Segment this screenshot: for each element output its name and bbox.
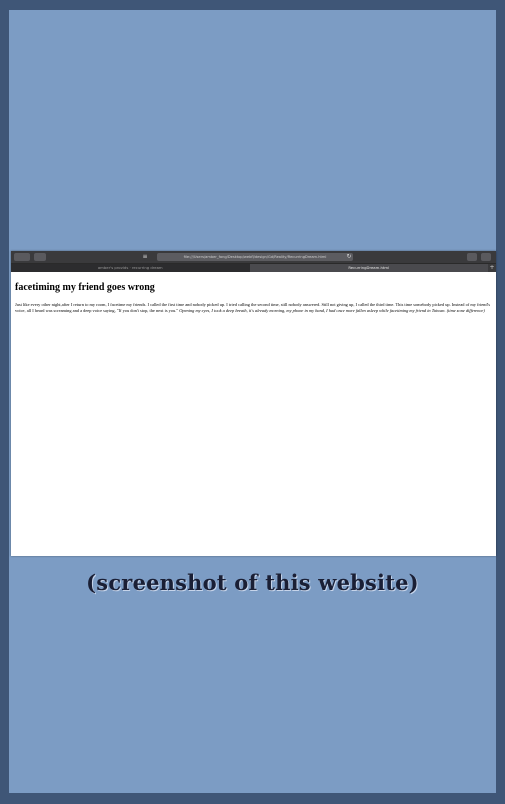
reader-icon[interactable]: ≡	[141, 253, 149, 261]
new-tab-icon[interactable]: +	[488, 264, 496, 272]
story-italic-text: Opening my eyes, I took a deep breath, i…	[179, 307, 485, 313]
browser-toolbar: ≡ file:///Users/amber_fang/Desktop/webfl…	[11, 251, 496, 264]
tab-amber-provids[interactable]: amber's provids · recurring dream	[11, 264, 250, 272]
address-bar[interactable]: file:///Users/amber_fang/Desktop/webfl/d…	[157, 253, 353, 261]
slide-frame: ≡ file:///Users/amber_fang/Desktop/webfl…	[9, 10, 496, 793]
tab-bar: amber's provids · recurring dream Recurr…	[11, 264, 496, 272]
page-content: facetiming my friend goes wrong Just lik…	[11, 272, 496, 313]
tab-recurring-dream[interactable]: RecurringDream.html	[249, 264, 488, 272]
share-icon[interactable]	[467, 253, 477, 261]
tabs-overview-icon[interactable]	[481, 253, 491, 261]
sidebar-icon[interactable]	[34, 253, 46, 261]
back-forward-icon[interactable]	[14, 253, 30, 261]
reload-icon[interactable]: ↻	[345, 253, 353, 261]
story-paragraph: Just like every other night,after I retu…	[15, 302, 492, 313]
browser-window: ≡ file:///Users/amber_fang/Desktop/webfl…	[11, 251, 496, 556]
screenshot-caption: (screenshot of this website)	[86, 570, 419, 595]
page-title: facetiming my friend goes wrong	[15, 282, 155, 293]
